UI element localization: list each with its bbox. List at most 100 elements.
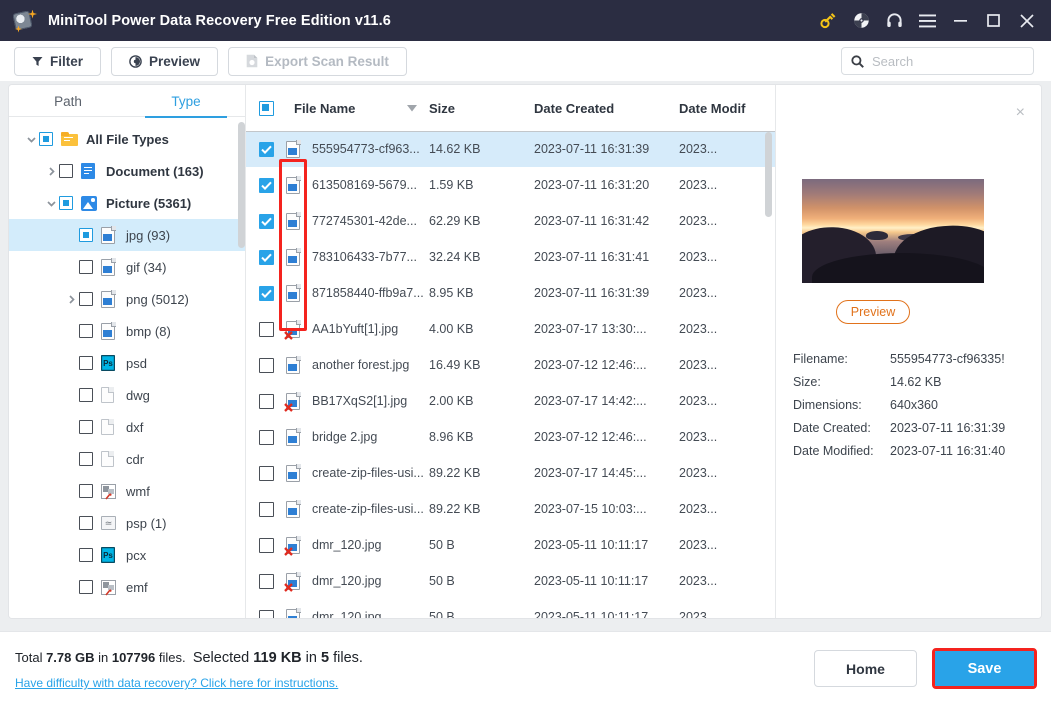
row-checkbox[interactable] — [246, 321, 286, 337]
home-button[interactable]: Home — [814, 650, 917, 687]
table-row[interactable]: another forest.jpg 16.49 KB 2023-07-12 12:… — [246, 347, 775, 383]
row-date-created: 2023-07-17 14:42:... — [534, 394, 647, 408]
menu-icon[interactable] — [911, 0, 944, 41]
tree-item-jpg[interactable]: jpg (93) — [9, 219, 245, 251]
tree-item-checkbox[interactable] — [79, 292, 93, 306]
tree-expand-arrow[interactable] — [43, 198, 59, 209]
preview-close-icon[interactable]: × — [1016, 105, 1025, 121]
tree-item-icon — [101, 289, 118, 308]
row-checkbox[interactable] — [246, 573, 286, 589]
maximize-icon[interactable] — [977, 0, 1010, 41]
table-row[interactable]: 555954773-cf963... 14.62 KB 2023-07-11 16:… — [246, 131, 775, 167]
table-row[interactable]: create-zip-files-usi... 89.22 KB 2023-07-1… — [246, 491, 775, 527]
column-header-file-name[interactable]: File Name — [286, 101, 429, 116]
row-date-modified: 2023... — [679, 142, 718, 156]
row-checkbox[interactable] — [246, 141, 286, 157]
file-list-scrollbar[interactable] — [765, 132, 772, 217]
row-checkbox[interactable] — [246, 501, 286, 517]
row-file-size: 8.95 KB — [429, 286, 474, 300]
tree-item-picture[interactable]: Picture (5361) — [9, 187, 245, 219]
table-row[interactable]: 772745301-42de... 62.29 KB 2023-07-11 16:3… — [246, 203, 775, 239]
tree-item-psd[interactable]: Ps psd — [9, 347, 245, 379]
row-checkbox[interactable] — [246, 177, 286, 193]
tree-item-checkbox[interactable] — [39, 132, 53, 146]
row-checkbox[interactable] — [246, 213, 286, 229]
row-file-size: 89.22 KB — [429, 502, 481, 516]
tree-item-checkbox[interactable] — [79, 452, 93, 466]
tree-item-pcx[interactable]: Ps pcx — [9, 539, 245, 571]
tree-item-checkbox[interactable] — [79, 420, 93, 434]
tab-type[interactable]: Type — [127, 85, 245, 118]
tree-item-checkbox[interactable] — [59, 164, 73, 178]
row-checkbox[interactable] — [246, 249, 286, 265]
tree-expand-arrow[interactable] — [23, 134, 39, 145]
psp-file-icon: ≃ — [101, 516, 116, 530]
tree-item-document[interactable]: Document (163) — [9, 155, 245, 187]
tree-item-wmf[interactable]: wmf — [9, 475, 245, 507]
row-file-size: 14.62 KB — [429, 142, 481, 156]
row-checkbox[interactable] — [246, 537, 286, 553]
tree-item-checkbox[interactable] — [79, 388, 93, 402]
search-input[interactable] — [872, 53, 1048, 69]
row-checkbox[interactable] — [246, 285, 286, 301]
tab-path[interactable]: Path — [9, 85, 127, 117]
row-date-created: 2023-05-11 10:11:17 — [534, 538, 649, 552]
table-row[interactable]: 613508169-5679... 1.59 KB 2023-07-11 16:31… — [246, 167, 775, 203]
filter-button[interactable]: Filter — [14, 46, 102, 76]
table-row[interactable]: dmr_120.jpg 50 B 2023-05-11 10:11:17 2023..… — [246, 599, 775, 618]
key-icon[interactable] — [812, 0, 845, 41]
file-type-tree[interactable]: All File Types Document (163) Picture (536… — [9, 118, 245, 618]
tree-expand-arrow[interactable] — [63, 294, 79, 305]
tree-item-checkbox[interactable] — [79, 516, 93, 530]
disc-icon[interactable] — [845, 0, 878, 41]
row-date-created: 2023-07-15 10:03:... — [534, 502, 647, 516]
tree-item-checkbox[interactable] — [79, 548, 93, 562]
tree-item-checkbox[interactable] — [79, 580, 93, 594]
save-button[interactable]: Save — [935, 651, 1034, 686]
table-row[interactable]: dmr_120.jpg 50 B 2023-05-11 10:11:17 2023..… — [246, 527, 775, 563]
preview-open-button[interactable]: Preview — [836, 300, 910, 324]
table-row[interactable]: 871858440-ffb9a7... 8.95 KB 2023-07-11 16:… — [246, 275, 775, 311]
column-header-date-modified[interactable]: Date Modif — [679, 101, 759, 116]
row-checkbox[interactable] — [246, 429, 286, 445]
column-header-date-created[interactable]: Date Created — [534, 101, 679, 116]
sort-descending-icon[interactable] — [407, 104, 418, 112]
help-link[interactable]: Have difficulty with data recovery? Clic… — [15, 676, 338, 690]
tree-item-bmp[interactable]: bmp (8) — [9, 315, 245, 347]
table-row[interactable]: create-zip-files-usi... 89.22 KB 2023-07-1… — [246, 455, 775, 491]
select-all-checkbox[interactable] — [246, 100, 286, 116]
row-file-size: 2.00 KB — [429, 394, 474, 408]
search-box[interactable] — [841, 47, 1048, 75]
tree-item-checkbox[interactable] — [79, 324, 93, 338]
tree-expand-arrow[interactable] — [43, 166, 59, 177]
tree-item-checkbox[interactable] — [79, 260, 93, 274]
export-scan-result-button[interactable]: Export Scan Result — [228, 46, 407, 76]
table-row[interactable]: AA1bYuft[1].jpg 4.00 KB 2023-07-17 13:30:.… — [246, 311, 775, 347]
table-row[interactable]: bridge 2.jpg 8.96 KB 2023-07-12 12:46:... 2… — [246, 419, 775, 455]
tree-item-checkbox[interactable] — [79, 356, 93, 370]
table-row[interactable]: BB17XqS2[1].jpg 2.00 KB 2023-07-17 14:42:.… — [246, 383, 775, 419]
row-checkbox[interactable] — [246, 357, 286, 373]
row-checkbox[interactable] — [246, 393, 286, 409]
tree-item-all[interactable]: All File Types — [9, 123, 245, 155]
tree-item-checkbox[interactable] — [59, 196, 73, 210]
row-checkbox[interactable] — [246, 465, 286, 481]
tree-item-dwg[interactable]: dwg — [9, 379, 245, 411]
tree-item-emf[interactable]: emf — [9, 571, 245, 603]
tree-item-png[interactable]: png (5012) — [9, 283, 245, 315]
close-icon[interactable] — [1010, 0, 1043, 41]
tree-item-psp[interactable]: ≃ psp (1) — [9, 507, 245, 539]
row-checkbox[interactable] — [246, 609, 286, 618]
preview-button[interactable]: Preview — [111, 46, 219, 76]
column-header-size[interactable]: Size — [429, 101, 534, 116]
table-row[interactable]: dmr_120.jpg 50 B 2023-05-11 10:11:17 2023..… — [246, 563, 775, 599]
tree-item-gif[interactable]: gif (34) — [9, 251, 245, 283]
tree-item-checkbox[interactable] — [79, 484, 93, 498]
table-row[interactable]: 783106433-7b77... 32.24 KB 2023-07-11 16:3… — [246, 239, 775, 275]
tree-item-cdr[interactable]: cdr — [9, 443, 245, 475]
tree-item-dxf[interactable]: dxf — [9, 411, 245, 443]
headphones-icon[interactable] — [878, 0, 911, 41]
minimize-icon[interactable] — [944, 0, 977, 41]
tree-scrollbar[interactable] — [238, 122, 245, 248]
tree-item-checkbox[interactable] — [79, 228, 93, 242]
